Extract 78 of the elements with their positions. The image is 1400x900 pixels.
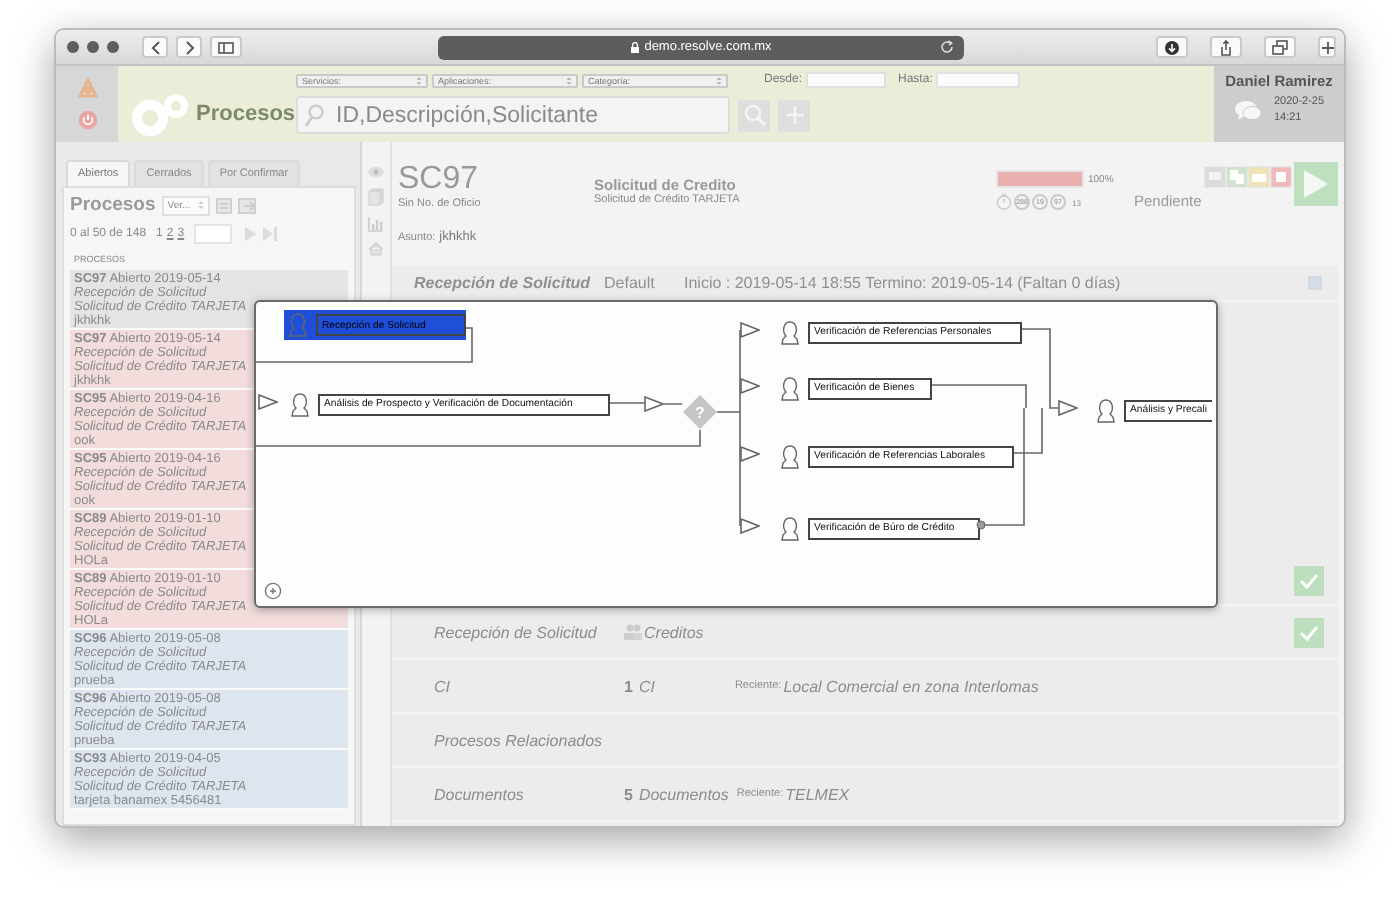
tabs-button[interactable] — [1264, 36, 1296, 58]
search-button[interactable] — [738, 99, 770, 131]
eye-icon[interactable] — [368, 166, 384, 178]
person-icon — [780, 515, 800, 541]
group-icon — [624, 624, 642, 640]
check-icon[interactable] — [1294, 566, 1324, 596]
download-button[interactable] — [1156, 36, 1188, 58]
end-marker-icon — [976, 520, 986, 530]
tabs-icon — [1272, 39, 1288, 55]
count-unit: CI — [638, 677, 657, 695]
list-icon[interactable] — [215, 197, 232, 213]
row-label: Documentos — [434, 785, 526, 803]
power-icon[interactable] — [77, 110, 97, 130]
share-button[interactable] — [1210, 36, 1242, 58]
timer-icon — [996, 194, 1012, 210]
group-name: Creditos — [644, 623, 704, 641]
share-icon — [1218, 39, 1234, 55]
count-value: 1 — [624, 677, 633, 695]
page-title: Procesos — [196, 102, 296, 126]
person-icon — [780, 319, 800, 345]
task-name: Recepción de Solicitud — [414, 274, 593, 292]
play-button[interactable] — [1294, 162, 1338, 206]
chart-icon[interactable] — [368, 216, 384, 232]
zoom-icon[interactable] — [264, 582, 282, 600]
forward-button[interactable] — [176, 36, 202, 58]
recent-value: TELMEX — [785, 785, 850, 803]
person-icon — [290, 391, 310, 417]
next-page-icon[interactable] — [244, 226, 259, 242]
back-button[interactable] — [142, 36, 168, 58]
start-arrow-icon — [740, 378, 760, 394]
new-tab-icon — [1319, 39, 1335, 55]
download-icon — [1164, 39, 1180, 55]
check-icon[interactable] — [1294, 617, 1324, 647]
back-icon — [147, 39, 163, 55]
count-unit: Documentos — [638, 785, 729, 803]
connector-line — [663, 403, 683, 405]
sidebar-toggle-button[interactable] — [210, 36, 242, 58]
row-label: CI — [434, 677, 452, 695]
date-input[interactable] — [936, 72, 1021, 88]
panel-title: Procesos — [70, 194, 156, 216]
logo-icon[interactable] — [75, 78, 99, 98]
row-label: Procesos Relacionados — [434, 731, 603, 749]
sidebar-toggle-icon — [218, 39, 234, 55]
lock-icon — [630, 41, 641, 53]
start-arrow-icon — [740, 322, 760, 338]
task-assignee: Default — [604, 274, 657, 292]
count-value: 5 — [624, 785, 633, 803]
screen-icon[interactable] — [1204, 166, 1226, 188]
plus-icon — [783, 104, 805, 126]
page-input[interactable] — [194, 224, 233, 244]
add-button[interactable] — [778, 99, 810, 131]
reload-icon[interactable] — [940, 40, 954, 54]
forward-icon — [181, 39, 197, 55]
search-field[interactable]: ID,Descripción,Solicitante — [296, 96, 730, 134]
last-page-icon[interactable] — [262, 226, 279, 242]
home-icon[interactable] — [368, 242, 384, 256]
start-arrow-icon — [1058, 400, 1078, 416]
chat-bubbles-icon[interactable] — [1233, 99, 1262, 121]
person-icon — [780, 443, 800, 469]
stop-icon[interactable] — [1270, 166, 1292, 188]
connector-line — [609, 402, 645, 404]
new-tab-button[interactable] — [1318, 36, 1336, 58]
task-schedule: Inicio : 2019-05-14 18:55 Termino: 2019-05-14 (Faltan 0 días) — [684, 274, 1123, 292]
date-input[interactable] — [806, 72, 887, 88]
process-id: SC97 — [398, 162, 481, 198]
person-icon — [780, 375, 800, 401]
start-arrow-icon — [740, 446, 760, 462]
search-icon — [743, 104, 765, 126]
search-icon — [304, 103, 324, 127]
row-label: Recepción de Solicitud — [434, 623, 599, 641]
recent-value: Local Comercial en zona Interlomas — [783, 677, 1039, 695]
arrow-icon — [644, 396, 664, 412]
person-icon — [288, 312, 308, 338]
documents-icon[interactable] — [368, 188, 384, 206]
play-icon — [1302, 168, 1330, 200]
person-icon — [1096, 397, 1116, 423]
start-arrow-icon — [740, 518, 760, 534]
export-icon[interactable] — [237, 196, 258, 214]
